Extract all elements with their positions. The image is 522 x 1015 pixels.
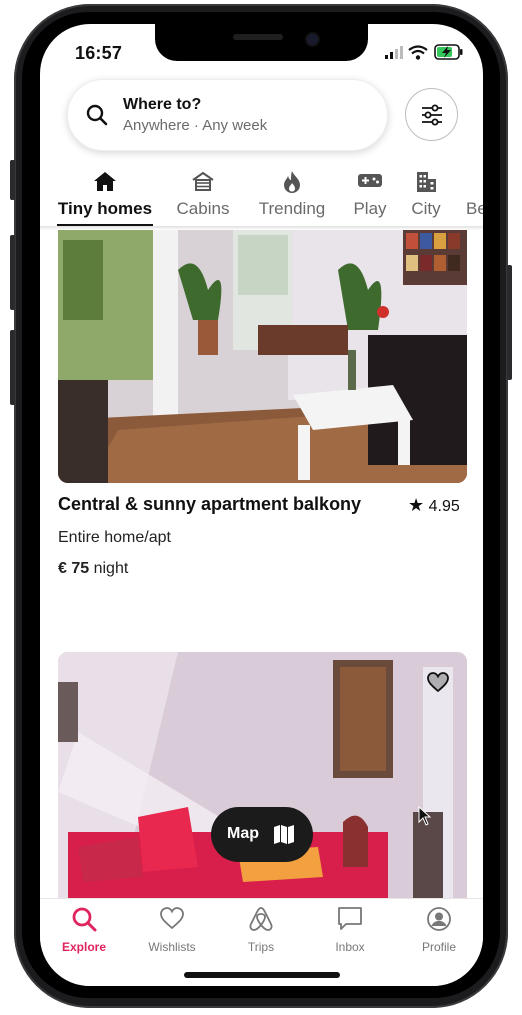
apartment-living-room-photo <box>58 230 467 483</box>
tab-label: Be <box>466 199 483 218</box>
price-unit: night <box>93 560 129 577</box>
mute-switch <box>10 160 15 200</box>
gamepad-icon <box>358 174 382 187</box>
tab-partial[interactable]: Be <box>466 164 483 228</box>
tab-play[interactable]: Play <box>349 164 391 228</box>
buildings-icon <box>417 172 436 192</box>
search-icon <box>86 104 108 126</box>
notch <box>155 24 368 61</box>
heart-icon <box>160 907 184 930</box>
mouse-cursor <box>418 806 432 826</box>
nav-label: Profile <box>421 940 456 954</box>
message-icon <box>338 907 362 930</box>
tab-label: Cabins <box>176 199 230 218</box>
tab-label: Trending <box>258 199 326 218</box>
search-subtitle: Anywhere · Any week <box>123 117 268 134</box>
nav-label: Inbox <box>335 940 365 954</box>
cabin-icon <box>192 171 214 191</box>
price-amount: € 75 <box>58 560 90 577</box>
tab-trending[interactable]: Trending <box>252 164 332 228</box>
tab-label: Play <box>353 199 387 218</box>
tab-cabins[interactable]: Cabins <box>173 164 233 228</box>
wifi-icon <box>408 45 428 60</box>
filter-icon <box>422 104 442 126</box>
rating-value: 4.95 <box>428 498 460 515</box>
search-icon <box>72 907 97 932</box>
nav-inbox[interactable]: Inbox <box>306 899 394 969</box>
volume-down-button <box>10 330 15 405</box>
signal-icon <box>385 46 403 59</box>
heart-icon[interactable] <box>426 671 450 693</box>
search-bar[interactable]: Where to? Anywhere · Any week <box>67 79 388 151</box>
search-title: Where to? <box>123 96 202 113</box>
tab-tiny-homes[interactable]: Tiny homes <box>57 164 153 228</box>
listing-price: € 75 night <box>58 560 128 578</box>
listing-photo[interactable] <box>58 652 467 902</box>
app-screen: 16:57 Where to? Anywhere · Any week Tiny… <box>40 24 483 986</box>
star-icon: ★ <box>408 495 425 515</box>
filter-button[interactable] <box>405 88 458 141</box>
category-tabs: Tiny homes Cabins Trending Play City Be <box>40 164 483 228</box>
bedroom-photo <box>58 652 467 902</box>
nav-label: Wishlists <box>148 940 196 954</box>
listing-rating: ★ 4.95 <box>408 495 460 516</box>
battery-charging-icon <box>434 44 463 60</box>
fire-icon <box>284 171 300 193</box>
profile-icon <box>427 907 451 931</box>
nav-wishlists[interactable]: Wishlists <box>128 899 216 969</box>
nav-label: Explore <box>61 940 106 954</box>
home-indicator <box>184 972 340 978</box>
volume-up-button <box>10 235 15 310</box>
map-icon <box>274 825 294 844</box>
power-button <box>507 265 512 380</box>
tab-label: Tiny homes <box>57 199 153 218</box>
map-button[interactable]: Map <box>211 807 313 862</box>
speaker <box>233 34 283 40</box>
status-time: 16:57 <box>75 43 123 63</box>
nav-explore[interactable]: Explore <box>40 899 128 969</box>
airbnb-logo-icon <box>249 907 273 931</box>
nav-profile[interactable]: Profile <box>395 899 483 969</box>
tab-label: City <box>411 199 441 218</box>
front-camera <box>305 32 320 47</box>
tab-city[interactable]: City <box>407 164 445 228</box>
nav-trips[interactable]: Trips <box>217 899 305 969</box>
home-icon <box>94 172 116 191</box>
listing-title[interactable]: Central & sunny apartment balkony <box>58 494 361 515</box>
map-button-label: Map <box>227 825 259 842</box>
listing-photo[interactable] <box>58 230 467 483</box>
nav-label: Trips <box>247 940 275 954</box>
listing-type: Entire home/apt <box>58 529 171 546</box>
